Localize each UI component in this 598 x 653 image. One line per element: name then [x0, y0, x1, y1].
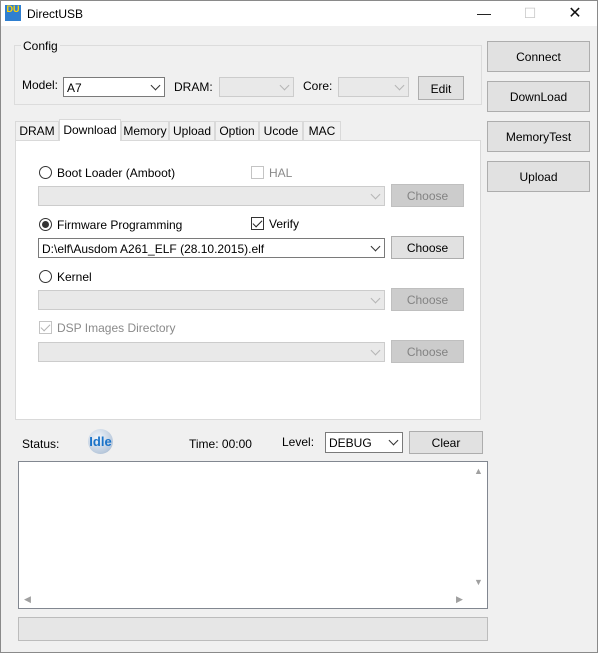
dsp-label: DSP Images Directory [57, 321, 176, 335]
choose-button-label: Choose [406, 293, 449, 307]
upload-button-label: Upload [519, 170, 558, 184]
firmware-path: D:\elf\Ausdom A261_ELF (28.10.2015).elf [42, 242, 265, 256]
kernel-label[interactable]: Kernel [57, 270, 92, 284]
tab-dram[interactable]: DRAM [15, 121, 59, 141]
download-button[interactable]: DownLoad [487, 81, 590, 112]
chevron-down-icon [388, 435, 399, 446]
tab-ucode[interactable]: Ucode [259, 121, 303, 141]
level-select[interactable]: DEBUG [325, 432, 403, 453]
model-select[interactable]: A7 [63, 77, 165, 97]
log-output[interactable]: ▲ ▼ ◀ ▶ [18, 461, 488, 609]
main-window: DU DirectUSB — ☐ ✕ Config Model: A7 DRAM… [0, 0, 598, 653]
core-select[interactable] [338, 77, 409, 97]
app-logo-icon: DU [5, 5, 21, 21]
title-bar[interactable]: DU DirectUSB — ☐ ✕ [1, 1, 597, 26]
memory-test-button-label: MemoryTest [505, 130, 572, 144]
status-label: Status: [22, 437, 60, 451]
model-value: A7 [67, 81, 82, 95]
clear-button[interactable]: Clear [409, 431, 483, 454]
maximize-button[interactable]: ☐ [507, 1, 553, 26]
level-label: Level: [282, 435, 315, 449]
tab-download[interactable]: Download [59, 119, 121, 141]
hal-checkbox[interactable] [251, 166, 264, 179]
tab-option[interactable]: Option [215, 121, 259, 141]
verify-label[interactable]: Verify [269, 217, 299, 231]
close-button[interactable]: ✕ [552, 1, 598, 26]
scroll-down-icon[interactable]: ▼ [474, 577, 483, 587]
firmware-choose-button[interactable]: Choose [391, 236, 464, 259]
edit-button-label: Edit [430, 82, 452, 96]
connect-button[interactable]: Connect [487, 41, 590, 72]
log-horizontal-scrollbar[interactable]: ◀ ▶ [19, 591, 470, 608]
tab-upload[interactable]: Upload [169, 121, 215, 141]
chevron-down-icon [370, 241, 381, 252]
chevron-down-icon [279, 80, 290, 91]
minimize-button[interactable]: — [461, 1, 507, 26]
verify-checkbox[interactable] [251, 217, 264, 230]
log-vertical-scrollbar[interactable]: ▲ ▼ [470, 462, 487, 591]
boot-loader-path-select[interactable] [38, 186, 385, 206]
edit-button[interactable]: Edit [418, 76, 464, 100]
firmware-radio[interactable] [39, 218, 52, 231]
status-state: Idle [89, 434, 112, 449]
chevron-down-icon [150, 80, 161, 91]
firmware-path-select[interactable]: D:\elf\Ausdom A261_ELF (28.10.2015).elf [38, 238, 385, 258]
chevron-down-icon [394, 80, 405, 91]
boot-loader-label[interactable]: Boot Loader (Amboot) [57, 166, 175, 180]
choose-button-label: Choose [406, 189, 449, 203]
chevron-down-icon [370, 345, 381, 356]
level-value: DEBUG [329, 436, 372, 450]
kernel-path-select[interactable] [38, 290, 385, 310]
upload-button[interactable]: Upload [487, 161, 590, 192]
kernel-choose-button[interactable]: Choose [391, 288, 464, 311]
boot-loader-radio[interactable] [39, 166, 52, 179]
boot-loader-choose-button[interactable]: Choose [391, 184, 464, 207]
config-group-title: Config [21, 39, 60, 53]
model-label: Model: [22, 78, 59, 92]
scroll-up-icon[interactable]: ▲ [474, 466, 483, 476]
idle-status-indicator: Idle [88, 429, 113, 454]
scroll-right-icon[interactable]: ▶ [456, 594, 463, 605]
core-label: Core: [303, 79, 333, 93]
dram-select[interactable] [219, 77, 294, 97]
tab-mac[interactable]: MAC [303, 121, 341, 141]
choose-button-label: Choose [406, 241, 449, 255]
firmware-label[interactable]: Firmware Programming [57, 218, 182, 232]
kernel-radio[interactable] [39, 270, 52, 283]
clear-button-label: Clear [431, 436, 461, 450]
chevron-down-icon [370, 293, 381, 304]
choose-button-label: Choose [406, 345, 449, 359]
hal-label: HAL [269, 166, 293, 180]
connect-button-label: Connect [516, 50, 561, 64]
window-title: DirectUSB [27, 7, 84, 21]
dsp-path-select[interactable] [38, 342, 385, 362]
dsp-checkbox[interactable] [39, 321, 52, 334]
memory-test-button[interactable]: MemoryTest [487, 121, 590, 152]
scroll-left-icon[interactable]: ◀ [24, 594, 31, 605]
download-tab-panel: Boot Loader (Amboot) HAL Choose Firmware… [15, 140, 481, 420]
progress-bar [18, 617, 488, 641]
dram-label: DRAM: [174, 80, 213, 94]
chevron-down-icon [370, 189, 381, 200]
tab-memory[interactable]: Memory [121, 121, 169, 141]
time-label: Time: 00:00 [189, 437, 252, 451]
download-button-label: DownLoad [509, 90, 568, 104]
dsp-choose-button[interactable]: Choose [391, 340, 464, 363]
